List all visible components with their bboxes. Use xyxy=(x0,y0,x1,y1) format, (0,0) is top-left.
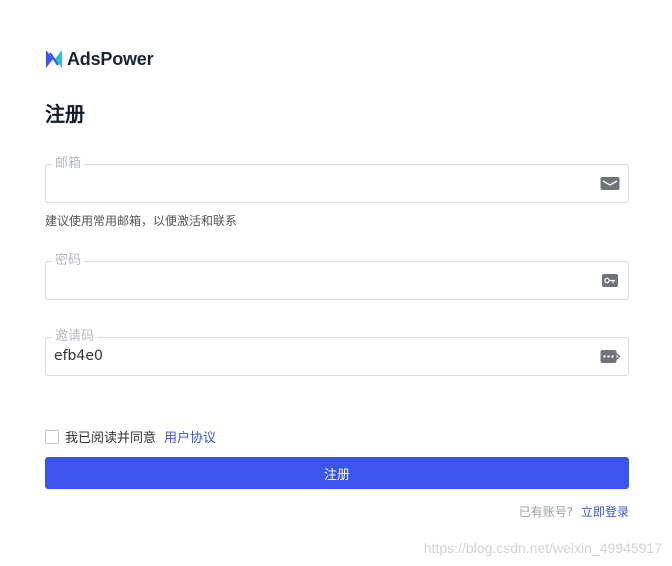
register-button[interactable]: 注册 xyxy=(45,457,629,489)
agreement-text: 我已阅读并同意 xyxy=(65,431,157,446)
password-field[interactable]: 密码 xyxy=(45,252,629,300)
password-input[interactable] xyxy=(54,262,594,299)
adspower-logo-icon xyxy=(46,50,62,68)
brand-logo: AdsPower xyxy=(45,48,154,70)
email-field[interactable]: 邮箱 xyxy=(45,155,629,203)
login-row: 已有账号? 立即登录 xyxy=(519,503,629,520)
invite-code-field[interactable]: 邀请码 xyxy=(45,328,629,376)
watermark: https://blog.csdn.net/weixin_49945917 xyxy=(423,540,662,556)
user-agreement-link[interactable]: 用户协议 xyxy=(164,427,216,446)
agreement-checkbox[interactable] xyxy=(45,429,59,444)
login-question: 已有账号? xyxy=(518,505,574,519)
login-link[interactable]: 立即登录 xyxy=(581,505,629,519)
email-input[interactable] xyxy=(54,165,594,202)
brand-name: AdsPower xyxy=(67,48,154,69)
agreement-row: 我已阅读并同意 用户协议 xyxy=(45,427,216,446)
page-title: 注册 xyxy=(45,102,85,126)
invite-code-input[interactable] xyxy=(54,338,594,375)
password-arrow-icon[interactable] xyxy=(600,349,620,364)
email-card-icon[interactable] xyxy=(600,176,620,191)
key-card-icon[interactable] xyxy=(600,273,620,288)
email-hint: 建议使用常用邮箱，以便激活和联系 xyxy=(45,214,238,228)
